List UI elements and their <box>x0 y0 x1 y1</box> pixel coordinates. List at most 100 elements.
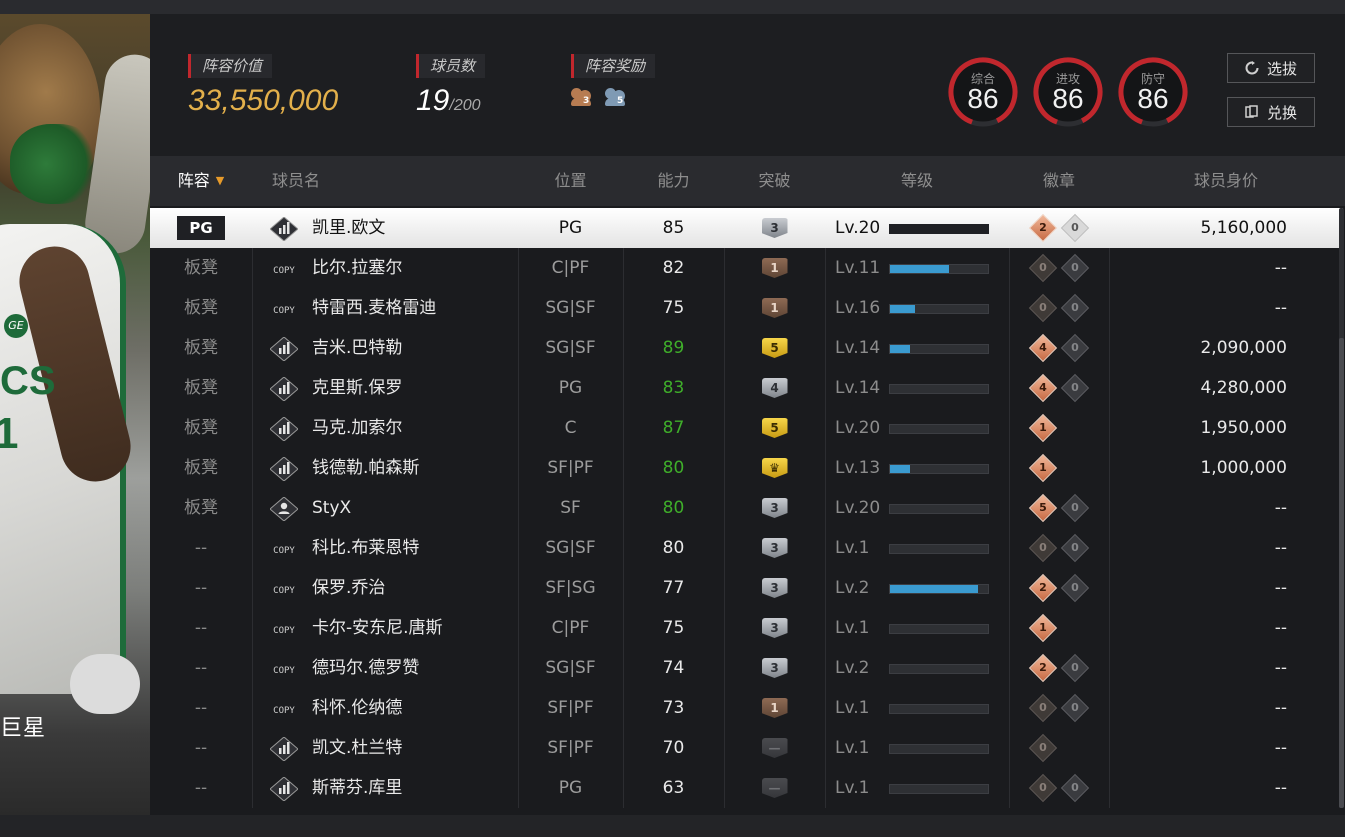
exchange-button[interactable]: 兑换 <box>1227 97 1315 127</box>
badge-count: 4 <box>1039 341 1047 354</box>
table-row[interactable]: -- COPY 卡尔-安东尼.唐斯 C|PF 75 3 Lv.1 1 -- <box>150 608 1343 648</box>
user-icon <box>269 496 299 522</box>
ability-cell: 80 <box>662 498 685 518</box>
svg-text:COPY: COPY <box>273 306 295 316</box>
badge-cell: 50 <box>1009 488 1109 528</box>
player-value-cell: 1,000,000 <box>1200 458 1287 478</box>
level-text: Lv.20 <box>835 418 881 438</box>
table-row[interactable]: 板凳 COPY 特雷西.麦格雷迪 SG|SF 75 1 Lv.16 0 0 -- <box>150 288 1343 328</box>
player-count-label: 球员数 <box>416 54 486 78</box>
badge-diamond-icon: 0 <box>1060 293 1090 323</box>
table-row[interactable]: 板凳 克里斯.保罗 PG 83 4 Lv.14 4 0 4,280,000 <box>150 368 1343 408</box>
badge-cell: 00 <box>1009 768 1109 808</box>
silver-bonus-icon[interactable]: 5 <box>605 86 629 108</box>
table-row[interactable]: -- COPY 科怀.伦纳德 SF|PF 73 1 Lv.1 0 0 -- <box>150 688 1343 728</box>
level-text: Lv.1 <box>835 618 870 638</box>
badge-diamond-icon: 0 <box>1060 693 1090 723</box>
breakthrough-badge: 3 <box>761 578 788 598</box>
player-name-cell[interactable]: COPY 德玛尔.德罗赞 <box>252 648 518 688</box>
level-text: Lv.20 <box>835 218 881 238</box>
select-button[interactable]: 选拔 <box>1227 53 1315 83</box>
breakthrough-cell: 3 <box>724 488 825 528</box>
player-name-cell[interactable]: 斯蒂芬.库里 <box>252 768 518 808</box>
breakthrough-cell: 3 <box>724 608 825 648</box>
slot-cell: -- <box>194 618 208 638</box>
table-row[interactable]: 板凳 StyX SF 80 3 Lv.20 5 0 -- <box>150 488 1343 528</box>
slot-cell: -- <box>194 698 208 718</box>
player-name-cell[interactable]: COPY 特雷西.麦格雷迪 <box>252 288 518 328</box>
player-name-cell[interactable]: COPY 保罗.乔治 <box>252 568 518 608</box>
slot-label: PG <box>177 216 225 240</box>
position-cell: SF|PF <box>547 698 594 718</box>
player-name-cell[interactable]: COPY 卡尔-安东尼.唐斯 <box>252 608 518 648</box>
bronze-bonus-number: 3 <box>583 96 590 106</box>
level-progress-bar <box>889 704 989 714</box>
player-name: 科比.布莱恩特 <box>312 538 420 558</box>
badge-diamond-icon: 2 <box>1028 573 1058 603</box>
breakthrough-cell: — <box>724 728 825 768</box>
svg-text:COPY: COPY <box>273 626 295 636</box>
level-text: Lv.11 <box>835 258 881 278</box>
table-row[interactable]: -- COPY 保罗.乔治 SF|SG 77 3 Lv.2 2 0 -- <box>150 568 1343 608</box>
position-cell: SF|PF <box>547 458 594 478</box>
level-cell: Lv.14 <box>825 368 1009 408</box>
breakthrough-cell: 1 <box>724 688 825 728</box>
badge-count: 1 <box>1039 621 1047 634</box>
table-row[interactable]: 板凳 吉米.巴特勒 SG|SF 89 5 Lv.14 4 0 2,090,000 <box>150 328 1343 368</box>
level-progress-bar <box>889 584 989 594</box>
jersey-number-image: 1 <box>0 409 19 458</box>
breakthrough-badge: 3 <box>761 498 788 518</box>
badge-count: 0 <box>1039 701 1047 714</box>
player-card-art[interactable]: GE CS 1 巨星 <box>0 14 150 815</box>
copy-card-icon: COPY <box>270 296 298 320</box>
badge-diamond-icon: 1 <box>1028 453 1058 483</box>
player-name-cell[interactable]: COPY 科比.布莱恩特 <box>252 528 518 568</box>
table-row[interactable]: -- 斯蒂芬.库里 PG 63— Lv.1 0 0 -- <box>150 768 1343 808</box>
badge-count: 2 <box>1039 661 1047 674</box>
ability-cell: 63 <box>662 778 685 798</box>
player-name-cell[interactable]: 克里斯.保罗 <box>252 368 518 408</box>
slot-cell: 板凳 <box>184 378 218 398</box>
table-row[interactable]: 板凳 马克.加索尔 C 87 5 Lv.20 1 1,950,000 <box>150 408 1343 448</box>
bronze-bonus-icon[interactable]: 3 <box>571 86 595 108</box>
level-progress-fill <box>890 305 916 313</box>
table-row[interactable]: -- COPY 德玛尔.德罗赞 SG|SF 74 3 Lv.2 2 0 -- <box>150 648 1343 688</box>
player-name: 吉米.巴特勒 <box>312 338 403 358</box>
position-cell: C|PF <box>551 618 590 638</box>
table-row[interactable]: -- COPY 科比.布莱恩特 SG|SF 80 3 Lv.1 0 0 -- <box>150 528 1343 568</box>
player-name-cell[interactable]: COPY 比尔.拉塞尔 <box>252 248 518 288</box>
offense-rating-value: 86 <box>1052 83 1084 114</box>
slot-cell: -- <box>194 538 208 558</box>
player-name-cell[interactable]: 吉米.巴特勒 <box>252 328 518 368</box>
ability-cell: 74 <box>662 658 685 678</box>
table-row[interactable]: -- 凯文.杜兰特 SF|PF 70 — Lv.1 0 -- <box>150 728 1343 768</box>
lineup-bonus-icons[interactable]: 3 5 <box>571 86 655 108</box>
player-name: 凯文.杜兰特 <box>312 738 403 758</box>
exchange-button-label: 兑换 <box>1266 103 1297 122</box>
player-name-cell[interactable]: 凯里.欧文 <box>252 208 518 248</box>
level-cell: Lv.1 <box>825 768 1009 808</box>
level-text: Lv.13 <box>835 458 881 478</box>
player-name-cell[interactable]: 钱德勒.帕森斯 <box>252 448 518 488</box>
player-name-cell[interactable]: 马克.加索尔 <box>252 408 518 448</box>
lineup-value-stat: 阵容价值 33,550,000 <box>188 54 338 118</box>
table-row[interactable]: PG 凯里.欧文 PG 85 3 Lv.20 2 0 5,160,000 <box>150 208 1343 248</box>
level-text: Lv.20 <box>835 498 881 518</box>
table-row[interactable]: 板凳 钱德勒.帕森斯 SF|PF 80 ♛ Lv.13 1 1,000,000 <box>150 448 1343 488</box>
sponsor-logo-icon: GE <box>4 314 28 338</box>
table-row[interactable]: 板凳 COPY 比尔.拉塞尔 C|PF 82 1 Lv.11 0 0 -- <box>150 248 1343 288</box>
player-name-cell[interactable]: 凯文.杜兰特 <box>252 728 518 768</box>
player-count-max: /200 <box>449 97 481 114</box>
svg-text:COPY: COPY <box>273 586 295 596</box>
breakthrough-cell: 3 <box>724 208 825 248</box>
player-name-cell[interactable]: COPY 科怀.伦纳德 <box>252 688 518 728</box>
ability-cell: 82 <box>662 258 685 278</box>
copy-card-icon: COPY <box>270 576 298 600</box>
player-name-cell[interactable]: StyX <box>252 488 518 528</box>
position-cell: SG|SF <box>545 298 596 318</box>
ability-cell: 80 <box>662 538 685 558</box>
badge-diamond-icon: 2 <box>1028 213 1058 243</box>
player-name: 凯里.欧文 <box>312 218 386 238</box>
lineup-sort-header[interactable]: 阵容 ▼ <box>150 156 252 206</box>
scrollbar-thumb[interactable] <box>1339 338 1344 808</box>
